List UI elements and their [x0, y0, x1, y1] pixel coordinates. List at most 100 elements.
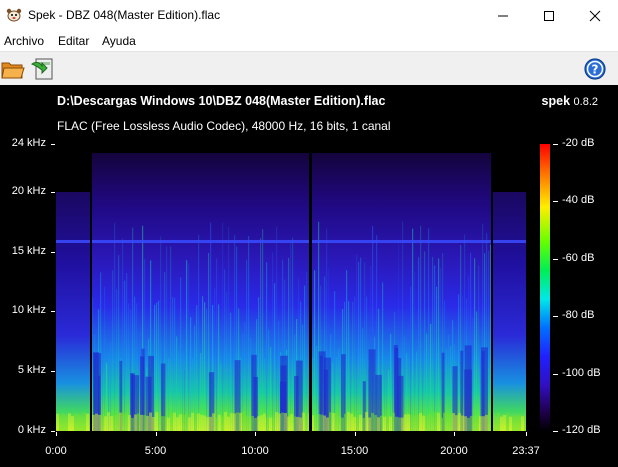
spectral-streak	[180, 277, 182, 431]
colorbar-tick	[553, 201, 558, 203]
low-freq-band	[524, 414, 526, 431]
spectral-streak	[418, 257, 420, 431]
colorbar-tick	[553, 373, 558, 375]
low-freq-band	[71, 416, 74, 431]
low-freq-band	[164, 416, 167, 431]
x-tick	[155, 432, 157, 436]
low-freq-band	[155, 412, 158, 431]
spectral-streak	[488, 251, 490, 431]
svg-text:?: ?	[592, 63, 599, 77]
spectral-streak	[196, 305, 198, 431]
spectral-streak	[314, 270, 316, 431]
low-freq-band	[197, 413, 200, 431]
low-freq-band	[167, 417, 170, 431]
low-freq-band	[290, 414, 293, 431]
low-freq-band	[179, 414, 182, 431]
spectral-streak	[458, 294, 460, 431]
low-freq-band	[152, 416, 155, 431]
open-button[interactable]	[0, 56, 26, 82]
x-tick	[56, 432, 57, 436]
x-tick-label: 20:00	[440, 445, 468, 457]
low-freq-band	[386, 416, 389, 431]
low-freq-band	[158, 412, 161, 431]
low-freq-band	[269, 417, 272, 431]
low-freq-band	[224, 412, 227, 431]
low-freq-band	[62, 413, 65, 431]
low-freq-band	[227, 416, 230, 431]
low-freq-band	[134, 414, 137, 431]
spectral-streak	[102, 335, 104, 431]
x-tick-label: 5:00	[144, 445, 167, 457]
low-freq-band	[398, 417, 401, 431]
spectral-streak	[124, 280, 126, 431]
spectral-streak	[204, 302, 206, 431]
low-freq-band	[104, 416, 107, 431]
spectral-streak	[198, 235, 200, 431]
colorbar-tick-label: -80 dB	[562, 309, 595, 322]
low-freq-band	[98, 414, 101, 431]
x-tick	[354, 432, 356, 436]
low-freq-band	[323, 415, 326, 431]
brand-name: spek	[541, 94, 571, 108]
low-freq-band	[329, 412, 332, 431]
low-freq-band	[446, 412, 449, 431]
y-tick-label: 20 kHz	[11, 184, 46, 197]
menu-editar[interactable]: Editar	[58, 34, 89, 48]
low-freq-band	[254, 417, 257, 431]
spectral-streak	[434, 265, 436, 431]
low-freq-band	[452, 413, 455, 431]
low-freq-band	[434, 412, 437, 431]
low-freq-band	[320, 414, 323, 431]
low-freq-band	[218, 414, 221, 431]
colorbar-tick	[553, 316, 558, 318]
low-freq-band	[137, 413, 140, 431]
gap-line-2	[309, 144, 312, 431]
low-freq-band	[503, 414, 506, 431]
save-button[interactable]	[29, 56, 55, 82]
low-freq-band	[407, 414, 410, 431]
low-freq-band	[173, 412, 176, 431]
left-segment	[56, 192, 91, 431]
spectral-streak	[172, 296, 174, 431]
low-freq-band	[335, 412, 338, 431]
menu-ayuda[interactable]: Ayuda	[102, 34, 136, 48]
spectral-streak	[166, 246, 168, 431]
spectral-streak	[292, 237, 294, 431]
colorbar-tick-label: -120 dB	[562, 424, 601, 436]
close-button[interactable]	[572, 0, 618, 31]
y-tick	[51, 251, 55, 253]
spectral-streak	[366, 296, 368, 431]
toolbar: ?	[0, 52, 618, 85]
gap-line-1	[90, 153, 92, 431]
y-tick	[51, 311, 55, 313]
spectral-streak	[224, 269, 226, 431]
menu-archivo[interactable]: Archivo	[4, 34, 44, 48]
spectral-streak	[158, 300, 160, 431]
maximize-button[interactable]	[526, 0, 572, 31]
low-freq-band	[275, 412, 278, 431]
low-freq-band	[194, 414, 197, 431]
maximize-icon	[544, 10, 554, 21]
minimize-button[interactable]	[480, 0, 526, 31]
low-freq-band	[149, 412, 152, 431]
spectral-streak	[186, 260, 188, 431]
low-freq-band	[371, 412, 374, 431]
low-freq-band	[401, 417, 404, 431]
low-freq-band	[413, 417, 416, 431]
help-button[interactable]: ?	[582, 56, 608, 82]
low-freq-band	[344, 413, 347, 431]
low-freq-band	[440, 417, 443, 431]
low-freq-band	[476, 417, 479, 431]
spectral-streak	[478, 265, 480, 431]
spectrogram	[56, 144, 526, 431]
low-freq-band	[65, 416, 68, 431]
low-freq-band	[263, 413, 266, 431]
low-freq-band	[512, 415, 515, 431]
low-freq-band	[68, 413, 71, 431]
file-path-title: D:\Descargas Windows 10\DBZ 048(Master E…	[57, 94, 386, 108]
low-freq-band	[422, 415, 425, 431]
low-freq-band	[257, 416, 260, 431]
spectral-streak	[92, 297, 94, 431]
file-info: FLAC (Free Lossless Audio Codec), 48000 …	[57, 119, 391, 133]
low-freq-band	[470, 415, 473, 431]
